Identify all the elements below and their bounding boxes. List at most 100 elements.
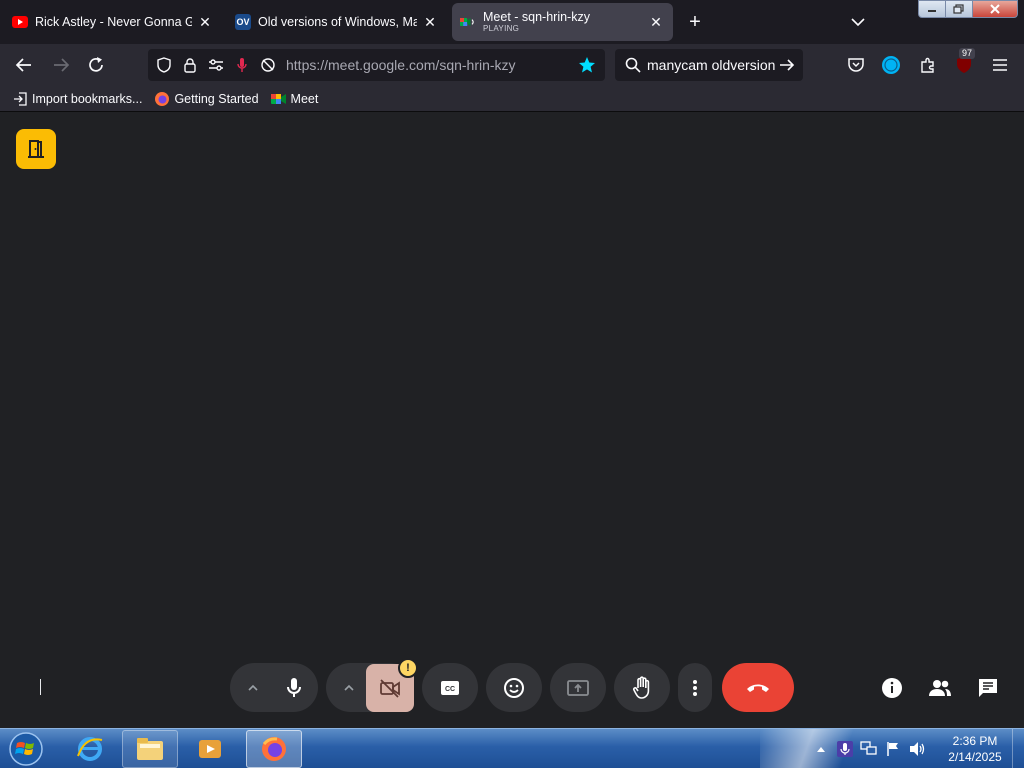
bookmark-meet[interactable]: Meet xyxy=(270,91,319,107)
emoji-icon xyxy=(504,677,524,698)
raise-hand-button[interactable] xyxy=(614,663,670,712)
url-text[interactable]: https://meet.google.com/sqn-hrin-kzy xyxy=(286,57,571,73)
tab-youtube[interactable]: Rick Astley - Never Gonna Give ✕ xyxy=(4,3,222,41)
pocket-icon xyxy=(848,58,864,72)
url-path: sqn-hrin-kzy xyxy=(439,57,516,73)
camera-warning-badge: ! xyxy=(398,658,418,678)
taskbar-firefox[interactable] xyxy=(246,730,302,768)
chat-button[interactable] xyxy=(976,676,1000,700)
people-icon xyxy=(929,680,951,696)
forward-button[interactable] xyxy=(50,54,72,76)
tracking-protection-shield-icon[interactable] xyxy=(154,55,174,75)
leave-door-button[interactable] xyxy=(16,129,56,169)
folder-icon xyxy=(137,738,163,760)
bookmark-star-icon[interactable] xyxy=(577,55,597,75)
app-menu-button[interactable] xyxy=(989,54,1011,76)
windows-taskbar: 2:36 PM 2/14/2025 xyxy=(0,728,1024,768)
bookmark-label: Meet xyxy=(290,91,319,106)
search-query[interactable]: manycam oldversion xyxy=(647,57,779,73)
leave-call-button[interactable] xyxy=(722,663,794,712)
action-center-flag-icon[interactable] xyxy=(881,741,905,757)
bookmarks-toolbar: Import bookmarks... Getting Started Meet xyxy=(0,86,1024,112)
present-icon xyxy=(567,679,589,696)
address-bar[interactable]: https://meet.google.com/sqn-hrin-kzy xyxy=(148,49,605,81)
reload-button[interactable] xyxy=(85,54,107,76)
url-host: https://meet.google.com/ xyxy=(286,57,440,73)
search-icon xyxy=(625,57,641,73)
tab-title: Meet - sqn-hrin-kzy xyxy=(483,10,590,24)
back-button[interactable] xyxy=(13,54,35,76)
account-button[interactable] xyxy=(880,54,902,76)
close-tab-icon[interactable]: ✕ xyxy=(421,14,439,31)
tab-old-versions[interactable]: OV Old versions of Windows, Mac ✕ xyxy=(227,3,447,41)
taskbar-clock[interactable]: 2:36 PM 2/14/2025 xyxy=(940,733,1010,765)
puzzle-icon xyxy=(921,57,934,73)
account-avatar-icon xyxy=(882,56,900,74)
youtube-icon xyxy=(12,14,28,30)
import-icon xyxy=(12,91,28,107)
text-caret xyxy=(40,679,41,695)
camera-blocked-icon[interactable] xyxy=(258,55,278,75)
show-desktop-button[interactable] xyxy=(1012,729,1024,768)
captions-button[interactable]: CC xyxy=(422,663,478,712)
windows-start-orb-icon xyxy=(9,732,43,766)
taskbar-file-explorer[interactable] xyxy=(122,730,178,768)
pocket-button[interactable] xyxy=(845,54,867,76)
back-arrow-icon xyxy=(15,58,31,72)
close-window-button[interactable] xyxy=(972,0,1018,18)
meeting-details-button[interactable] xyxy=(880,676,904,700)
minimize-window-button[interactable] xyxy=(918,0,946,18)
search-go-arrow-icon[interactable] xyxy=(779,57,795,73)
present-screen-button[interactable] xyxy=(550,663,606,712)
restore-window-button[interactable] xyxy=(945,0,973,18)
reload-icon xyxy=(89,57,103,72)
close-tab-icon[interactable]: ✕ xyxy=(647,14,665,31)
tab-strip: Rick Astley - Never Gonna Give ✕ OV Old … xyxy=(0,0,1024,44)
microphone-in-use-icon[interactable] xyxy=(232,55,252,75)
bookmark-label: Getting Started xyxy=(174,91,259,106)
taskbar-media-player[interactable] xyxy=(182,730,238,768)
meet-call-area: ! CC xyxy=(0,112,1024,728)
close-tab-icon[interactable]: ✕ xyxy=(196,14,214,31)
network-tray-icon[interactable] xyxy=(857,741,881,757)
ov-favicon-icon: OV xyxy=(235,14,251,30)
tab-title: Rick Astley - Never Gonna Give xyxy=(35,15,192,29)
start-button[interactable] xyxy=(7,731,45,767)
tab-title: Old versions of Windows, Mac xyxy=(258,15,417,29)
forward-arrow-icon xyxy=(54,58,70,72)
bookmark-getting-started[interactable]: Getting Started xyxy=(154,91,259,107)
list-all-tabs-icon[interactable] xyxy=(848,12,868,32)
microphone-icon xyxy=(287,677,301,697)
microphone-button[interactable] xyxy=(270,663,318,712)
chevron-up-icon xyxy=(817,747,825,752)
people-button[interactable] xyxy=(928,676,952,700)
volume-tray-icon[interactable] xyxy=(905,741,929,757)
show-hidden-icons-arrow[interactable] xyxy=(815,746,827,752)
bookmark-import[interactable]: Import bookmarks... xyxy=(12,91,142,107)
chevron-up-icon xyxy=(344,684,354,691)
navigation-toolbar: https://meet.google.com/sqn-hrin-kzy man… xyxy=(0,44,1024,86)
video-options-chevron[interactable] xyxy=(329,663,369,712)
permissions-icon[interactable] xyxy=(206,55,226,75)
audio-options-chevron[interactable] xyxy=(233,663,273,712)
door-icon xyxy=(28,140,44,158)
hamburger-menu-icon xyxy=(993,59,1007,71)
microphone-tray-icon[interactable] xyxy=(833,740,857,758)
svg-text:CC: CC xyxy=(445,686,455,693)
firefox-icon xyxy=(262,737,286,761)
extensions-button[interactable] xyxy=(917,54,939,76)
clock-date: 2/14/2025 xyxy=(948,750,1002,764)
chat-icon xyxy=(979,679,997,697)
hand-icon xyxy=(633,675,650,699)
meet-icon xyxy=(460,14,476,30)
tab-meet[interactable]: Meet - sqn-hrin-kzy PLAYING ✕ xyxy=(452,3,673,41)
chevron-up-icon xyxy=(248,684,258,691)
reactions-button[interactable] xyxy=(486,663,542,712)
more-vertical-icon xyxy=(693,679,697,696)
search-bar[interactable]: manycam oldversion xyxy=(615,49,803,81)
lock-icon[interactable] xyxy=(180,55,200,75)
new-tab-button[interactable]: + xyxy=(683,11,707,33)
internet-explorer-icon xyxy=(77,737,103,761)
more-options-button[interactable] xyxy=(678,663,712,712)
taskbar-internet-explorer[interactable] xyxy=(62,730,118,768)
